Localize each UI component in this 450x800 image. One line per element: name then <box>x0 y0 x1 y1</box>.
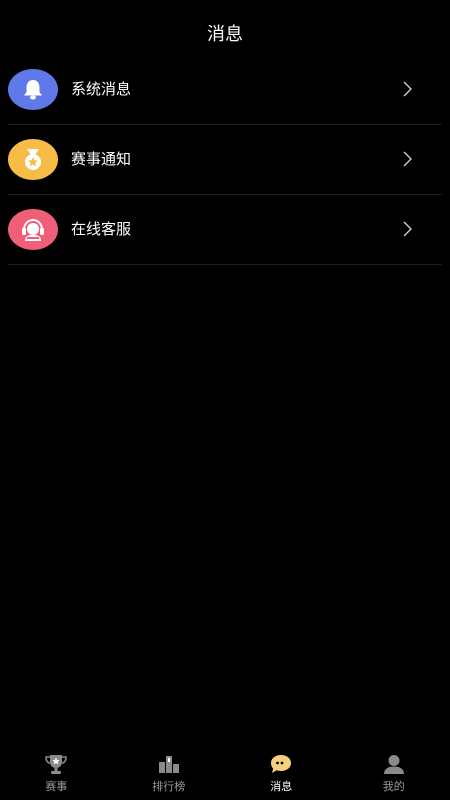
bottom-tab-bar: 赛事 排行榜 消息 我的 <box>0 748 450 800</box>
tab-label: 消息 <box>270 780 293 793</box>
tab-label: 赛事 <box>45 780 68 793</box>
chevron-right-icon <box>402 151 414 167</box>
message-list: 系统消息 赛事通知 在线客服 <box>0 55 450 265</box>
headset-agent-icon <box>8 209 58 250</box>
chevron-right-icon <box>402 221 414 237</box>
message-item-match-notice[interactable]: 赛事通知 <box>8 125 442 195</box>
chevron-right-icon <box>402 81 414 97</box>
tab-label: 我的 <box>382 780 405 793</box>
trophy-icon <box>43 752 69 776</box>
message-item-label: 赛事通知 <box>71 150 132 168</box>
message-item-system[interactable]: 系统消息 <box>8 55 442 125</box>
chat-bubble-icon <box>268 752 294 776</box>
tab-matches[interactable]: 赛事 <box>0 748 113 800</box>
tab-profile[interactable]: 我的 <box>338 748 450 800</box>
user-icon <box>381 752 407 776</box>
podium-icon <box>156 752 182 776</box>
message-item-customer-service[interactable]: 在线客服 <box>8 195 442 265</box>
page-title: 消息 <box>207 24 243 45</box>
tab-label: 排行榜 <box>152 780 186 793</box>
medal-icon <box>8 139 58 180</box>
message-item-label: 在线客服 <box>71 220 132 238</box>
bell-icon <box>8 69 58 110</box>
tab-leaderboard[interactable]: 排行榜 <box>113 748 226 800</box>
tab-messages[interactable]: 消息 <box>225 748 338 800</box>
message-item-label: 系统消息 <box>71 80 132 98</box>
